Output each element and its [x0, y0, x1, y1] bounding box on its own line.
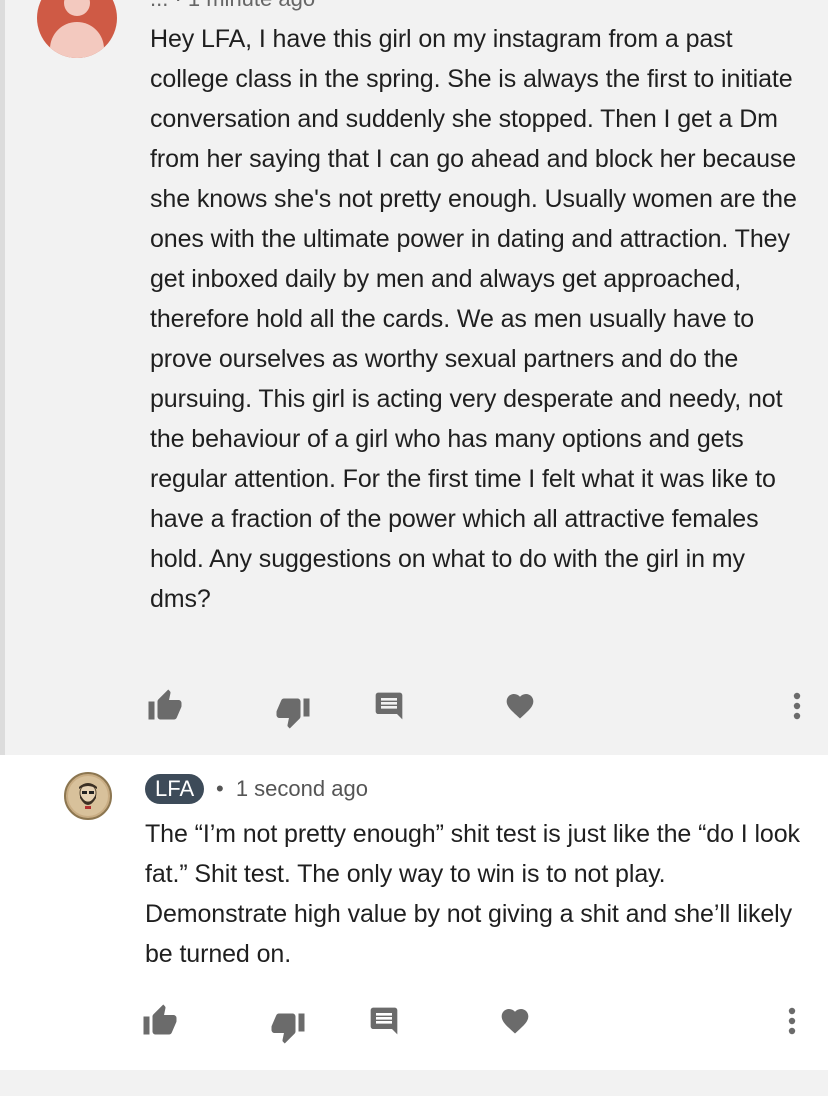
reply-button[interactable]: [364, 1001, 404, 1041]
comment-body: The “I’m not pretty enough” shit test is…: [145, 820, 800, 968]
like-button[interactable]: [145, 686, 185, 726]
more-vertical-icon: [788, 1007, 796, 1035]
bearded-man-icon: [68, 776, 108, 816]
thumbs-up-icon: [148, 689, 182, 720]
author-avatar[interactable]: [64, 772, 112, 820]
dislike-button[interactable]: [273, 692, 313, 732]
comment-actions: [5, 686, 828, 729]
like-button[interactable]: [140, 1001, 180, 1041]
heart-icon: [506, 694, 534, 719]
thumbs-down-icon: [276, 698, 310, 729]
reply-button[interactable]: [369, 686, 409, 726]
thumbs-up-icon: [143, 1004, 177, 1035]
heart-icon: [501, 1009, 529, 1034]
more-options-button[interactable]: [772, 1001, 812, 1041]
comment-header: ... · 1 minute ago: [150, 0, 315, 12]
comment-body: Hey LFA, I have this girl on my instagra…: [150, 25, 797, 613]
comment-card: LFA • 1 second ago The “I’m not pretty e…: [0, 755, 828, 1070]
favorite-button[interactable]: [495, 1001, 535, 1041]
comment-icon: [375, 692, 403, 720]
dislike-button[interactable]: [268, 1007, 308, 1047]
meta-separator: •: [216, 776, 224, 801]
more-vertical-icon: [793, 692, 801, 720]
thumbs-down-icon: [271, 1013, 305, 1044]
comment-actions: [0, 1001, 828, 1044]
favorite-button[interactable]: [500, 686, 540, 726]
comment-meta: • 1 second ago: [216, 774, 368, 804]
more-options-button[interactable]: [777, 686, 817, 726]
comment-timestamp: 1 second ago: [235, 776, 368, 801]
next-comment-edge: [0, 1070, 828, 1096]
user-avatar[interactable]: [37, 0, 117, 58]
author-badge[interactable]: LFA: [145, 774, 205, 804]
comment-icon: [370, 1007, 398, 1035]
comment-card: ... · 1 minute ago Hey LFA, I have this …: [0, 0, 828, 755]
